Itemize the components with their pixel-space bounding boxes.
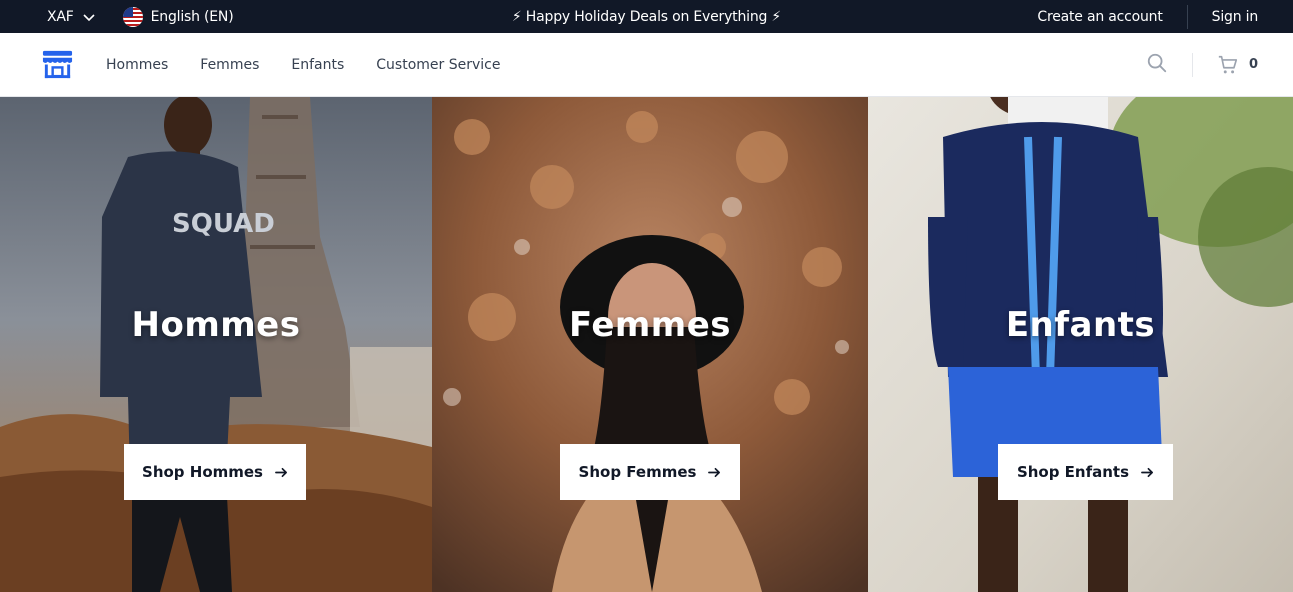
nav-item-customer-service[interactable]: Customer Service (376, 57, 500, 73)
currency-label: XAF (47, 8, 74, 25)
nav-item-hommes[interactable]: Hommes (106, 57, 168, 73)
hero-panel-femmes[interactable]: Femmes Shop Femmes (432, 97, 868, 592)
promo-bar: XAF English (EN) ⚡ Happy Holiday Deals o… (0, 0, 1293, 33)
nav-tools: 0 (1146, 52, 1293, 78)
hero-panel-hommes[interactable]: SQUAD Hommes Shop Hommes (0, 97, 432, 592)
panel-title: Femmes (568, 305, 732, 345)
svg-text:SQUAD: SQUAD (172, 209, 275, 239)
account-links: Create an account Sign in (1037, 4, 1293, 29)
shop-enfants-button[interactable]: Shop Enfants (998, 444, 1173, 500)
shop-femmes-button[interactable]: Shop Femmes (560, 444, 740, 500)
nav-item-enfants[interactable]: Enfants (291, 57, 344, 73)
shop-hommes-button[interactable]: Shop Hommes (124, 444, 306, 500)
panel-title: Hommes (131, 305, 301, 345)
nav-item-femmes[interactable]: Femmes (200, 57, 259, 73)
cart-button[interactable]: 0 (1217, 54, 1258, 76)
us-flag-icon (122, 6, 143, 27)
main-nav: Hommes Femmes Enfants Customer Service 0 (0, 33, 1293, 97)
cart-icon (1218, 55, 1238, 73)
hero-panel-enfants[interactable]: Enfants Shop Enfants (868, 97, 1293, 592)
category-menu: Hommes Femmes Enfants Customer Service (106, 57, 500, 73)
search-icon[interactable] (1146, 52, 1168, 78)
arrow-right-icon (708, 467, 721, 477)
topbar-left: XAF English (EN) (0, 6, 234, 27)
chevron-down-icon (83, 13, 95, 21)
panel-title: Enfants (1005, 305, 1156, 345)
divider (1191, 52, 1193, 77)
store-logo-icon[interactable] (41, 48, 74, 81)
arrow-right-icon (1141, 467, 1154, 477)
cta-label: Shop Hommes (142, 463, 263, 481)
currency-selector[interactable]: XAF (47, 9, 96, 25)
sign-in-link[interactable]: Sign in (1212, 9, 1259, 25)
divider (1186, 4, 1188, 29)
cta-label: Shop Enfants (1016, 463, 1130, 481)
promo-message: ⚡ Happy Holiday Deals on Everything ⚡ (511, 8, 782, 25)
category-hero: SQUAD Hommes Shop Hommes Femmes Shop Fem… (0, 97, 1293, 592)
language-label: English (EN) (150, 8, 234, 25)
cta-label: Shop Femmes (578, 463, 697, 481)
cart-count: 0 (1248, 57, 1258, 72)
language-selector[interactable]: English (EN) (122, 6, 234, 27)
arrow-right-icon (275, 467, 287, 477)
create-account-link[interactable]: Create an account (1037, 9, 1162, 25)
